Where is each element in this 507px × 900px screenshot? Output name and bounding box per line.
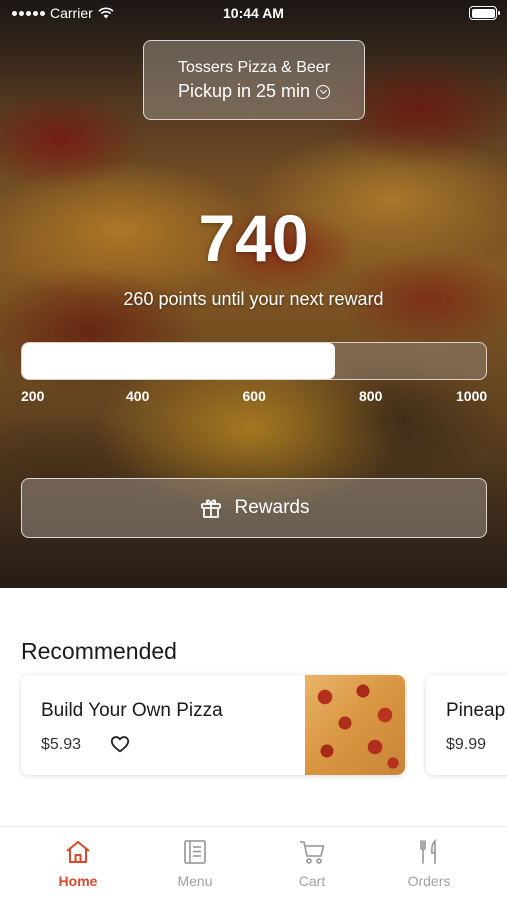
tab-orders-label: Orders xyxy=(407,873,451,889)
home-icon xyxy=(66,841,90,863)
heart-icon[interactable] xyxy=(110,735,130,753)
tick-label: 200 xyxy=(21,388,45,404)
recommended-heading: Recommended xyxy=(21,638,177,664)
recommended-item-card[interactable]: Pineap $9.99 xyxy=(426,675,507,775)
rewards-button[interactable]: Rewards xyxy=(21,478,487,538)
tick-label: 1000 xyxy=(456,388,488,404)
tick-label: 800 xyxy=(359,388,383,404)
gift-icon xyxy=(200,499,221,518)
item-price: $9.99 xyxy=(446,736,487,753)
progress-tick-labels: 200 400 600 800 1000 xyxy=(21,388,487,406)
store-name: Tossers Pizza & Beer xyxy=(177,59,331,76)
tab-menu-label: Menu xyxy=(177,873,213,889)
tab-menu[interactable]: Menu xyxy=(145,839,245,889)
store-selector-button[interactable]: Tossers Pizza & Beer Pickup in 25 min xyxy=(143,40,365,120)
cart-icon xyxy=(300,841,325,864)
points-until-reward: 260 points until your next reward xyxy=(123,289,384,309)
bottom-tab-bar: Home Menu Cart Orders xyxy=(0,826,507,900)
tab-cart-label: Cart xyxy=(298,873,326,889)
item-name: Build Your Own Pizza xyxy=(41,700,223,721)
pizza-photo xyxy=(305,675,405,775)
recommended-item-card[interactable]: Build Your Own Pizza $5.93 xyxy=(21,675,405,775)
status-bar: Carrier 10:44 AM xyxy=(0,0,507,28)
item-name: Pineap xyxy=(446,700,506,721)
rewards-button-label: Rewards xyxy=(234,497,310,518)
battery-icon xyxy=(469,6,500,20)
tab-home-label: Home xyxy=(58,873,98,889)
rewards-progress-fill xyxy=(22,343,336,379)
points-balance: 740 xyxy=(198,201,309,275)
tab-cart[interactable]: Cart xyxy=(262,839,362,889)
tab-home[interactable]: Home xyxy=(28,839,128,889)
status-time: 10:44 AM xyxy=(223,5,284,21)
hero-background: Carrier 10:44 AM Tossers Pizza & Beer Pi… xyxy=(0,0,507,588)
pickup-time: Pickup in 25 min xyxy=(177,81,311,101)
fork-knife-icon xyxy=(420,839,436,864)
tab-orders[interactable]: Orders xyxy=(379,839,479,889)
menu-book-icon xyxy=(184,840,206,864)
rewards-progress-bar xyxy=(21,342,487,380)
chevron-down-icon xyxy=(316,84,331,99)
tick-label: 600 xyxy=(242,388,266,404)
tick-label: 400 xyxy=(126,388,150,404)
item-price: $5.93 xyxy=(41,736,82,753)
